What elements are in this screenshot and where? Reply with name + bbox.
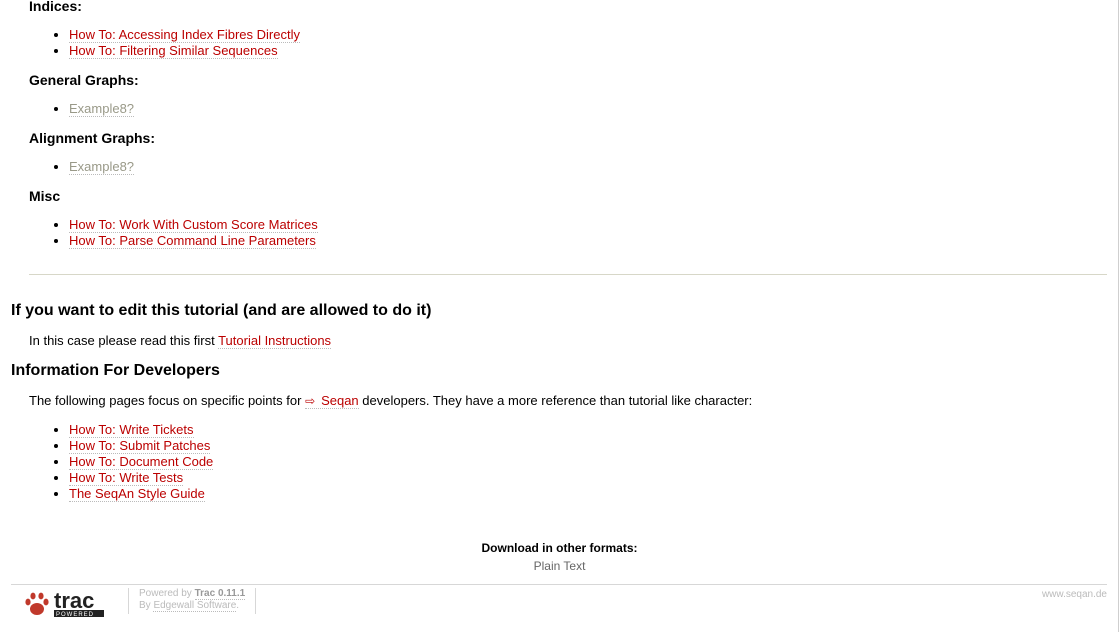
list-item: How To: Write Tickets bbox=[69, 422, 213, 438]
list-item: Example8? bbox=[69, 101, 135, 117]
link-tutorial-instructions[interactable]: Tutorial Instructions bbox=[218, 333, 332, 349]
link-filtering-similar-sequences[interactable]: How To: Filtering Similar Sequences bbox=[69, 43, 278, 59]
list-item: Example8? bbox=[69, 159, 135, 175]
list-item: How To: Filtering Similar Sequences bbox=[69, 43, 300, 59]
heading-developers: Information For Developers bbox=[11, 362, 220, 379]
list-misc: How To: Work With Custom Score Matrices … bbox=[29, 217, 318, 249]
heading-general-graphs: General Graphs: bbox=[29, 72, 139, 88]
trac-version: Trac 0.11.1 bbox=[194, 588, 246, 599]
link-submit-patches[interactable]: How To: Submit Patches bbox=[69, 438, 211, 454]
edit-instructions-text: In this case please read this first Tuto… bbox=[29, 333, 332, 349]
list-item: How To: Parse Command Line Parameters bbox=[69, 233, 318, 249]
heading-alignment-graphs: Alignment Graphs: bbox=[29, 130, 156, 146]
download-heading: Download in other formats: bbox=[481, 541, 638, 555]
developers-intro: The following pages focus on specific po… bbox=[29, 393, 753, 409]
link-parse-command-line[interactable]: How To: Parse Command Line Parameters bbox=[69, 233, 316, 249]
section-divider bbox=[29, 274, 1107, 275]
list-indices: How To: Accessing Index Fibres Directly … bbox=[29, 27, 300, 59]
link-seqan-external[interactable]: ⇨ Seqan bbox=[305, 393, 359, 409]
link-trac-version[interactable]: Trac 0.11.1 bbox=[194, 588, 246, 600]
powered-by-label: Powered by bbox=[139, 588, 192, 599]
link-style-guide[interactable]: The SeqAn Style Guide bbox=[69, 486, 205, 502]
link-seqan-label: Seqan bbox=[321, 393, 359, 408]
footer-divider bbox=[11, 584, 1107, 585]
edit-text: In this case please read this first bbox=[29, 333, 215, 348]
heading-edit-tutorial: If you want to edit this tutorial (and a… bbox=[11, 302, 432, 319]
download-formats: Download in other formats: Plain Text bbox=[0, 541, 1119, 573]
list-general-graphs: Example8? bbox=[29, 101, 135, 117]
list-item: How To: Document Code bbox=[69, 454, 214, 470]
list-item: How To: Work With Custom Score Matrices bbox=[69, 217, 318, 233]
svg-text:trac: trac bbox=[54, 589, 94, 613]
trac-paw-logo-icon: trac POWERED bbox=[25, 588, 104, 618]
heading-indices: Indices: bbox=[29, 0, 82, 14]
link-write-tests[interactable]: How To: Write Tests bbox=[69, 470, 184, 486]
powered-by: Powered by Trac 0.11.1 By Edgewall Softw… bbox=[128, 588, 257, 614]
link-site[interactable]: www.seqan.de bbox=[1042, 589, 1107, 600]
link-example8-alignment[interactable]: Example8? bbox=[69, 159, 135, 175]
external-link-icon: ⇨ bbox=[305, 394, 316, 408]
trac-logo[interactable]: trac POWERED bbox=[24, 588, 108, 619]
developers-text-after: developers. They have a more reference t… bbox=[362, 393, 753, 408]
developers-text-before: The following pages focus on specific po… bbox=[29, 393, 302, 408]
svg-text:POWERED: POWERED bbox=[56, 612, 94, 618]
list-item: The SeqAn Style Guide bbox=[69, 486, 213, 502]
link-document-code[interactable]: How To: Document Code bbox=[69, 454, 214, 470]
list-item: How To: Accessing Index Fibres Directly bbox=[69, 27, 300, 43]
link-custom-score-matrices[interactable]: How To: Work With Custom Score Matrices bbox=[69, 217, 318, 233]
link-plain-text[interactable]: Plain Text bbox=[534, 559, 586, 573]
list-developers: How To: Write Tickets How To: Submit Pat… bbox=[29, 422, 214, 502]
link-write-tickets[interactable]: How To: Write Tickets bbox=[69, 422, 194, 438]
link-edgewall[interactable]: Edgewall Software bbox=[153, 600, 237, 612]
list-alignment-graphs: Example8? bbox=[29, 159, 135, 175]
link-example8-general[interactable]: Example8? bbox=[69, 101, 135, 117]
list-item: How To: Submit Patches bbox=[69, 438, 213, 454]
by-label: By bbox=[139, 600, 151, 611]
list-item: How To: Write Tests bbox=[69, 470, 213, 486]
link-accessing-index-fibres[interactable]: How To: Accessing Index Fibres Directly bbox=[69, 27, 300, 43]
heading-misc: Misc bbox=[29, 188, 61, 204]
